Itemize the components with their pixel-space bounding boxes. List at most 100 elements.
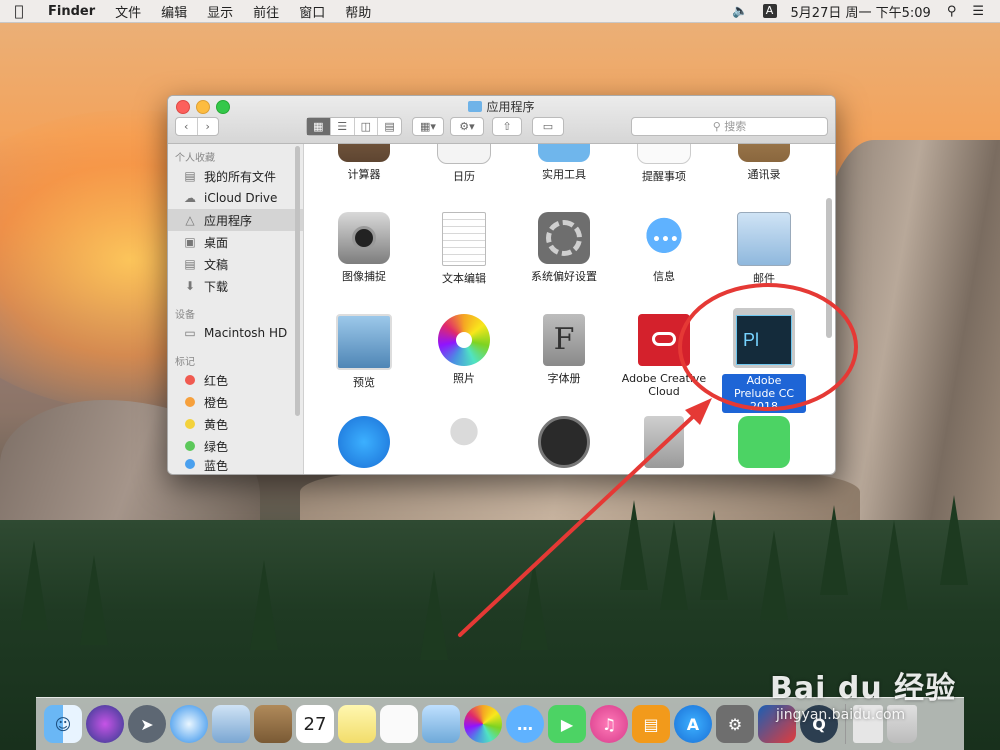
sidebar-tag-blue[interactable]: 蓝色	[168, 457, 303, 471]
finder-window: 应用程序 ‹ › ▦ ☰ ◫ ▤ ▦▾ ⚙▾ ⇧ ▭ ⚲ 搜索 个人收藏 ▤ 我的…	[167, 95, 836, 475]
finder-dock-icon[interactable]: ☺	[44, 705, 82, 743]
apple-menu-icon[interactable]: 	[0, 2, 38, 20]
app-item-facetime[interactable]	[714, 416, 814, 468]
app-label: 实用工具	[542, 168, 586, 181]
sidebar-item-applications[interactable]: △ 应用程序	[168, 209, 303, 231]
creative-cloud-folder-icon	[638, 314, 690, 366]
menu-finder[interactable]: Finder	[38, 4, 105, 19]
contacts-dock-icon[interactable]	[254, 705, 292, 743]
app-store-dock-icon[interactable]: A	[674, 705, 712, 743]
reminders-dock-icon[interactable]	[380, 705, 418, 743]
menu-go[interactable]: 前往	[243, 2, 289, 21]
app-item-image-capture[interactable]: 图像捕捉	[314, 212, 414, 283]
app-item-font-book[interactable]: F 字体册	[514, 314, 614, 385]
sidebar-tag-yellow[interactable]: 黄色	[168, 413, 303, 435]
siri-dock-icon[interactable]	[86, 705, 124, 743]
sidebar-heading-favorites: 个人收藏	[175, 153, 215, 164]
forward-button[interactable]: ›	[198, 118, 219, 135]
edit-tags-button[interactable]: ▭	[532, 117, 564, 136]
menu-view[interactable]: 显示	[197, 2, 243, 21]
app-item-adobe-prelude[interactable]: Pl Adobe Prelude CC 2018	[714, 308, 814, 413]
app-item-photos[interactable]: 照片	[414, 314, 514, 385]
app-item-utilities[interactable]: 实用工具	[514, 144, 614, 181]
clock[interactable]: 5月27日 周一 下午5:09	[783, 2, 939, 21]
app-item-calculator[interactable]: 计算器	[314, 144, 414, 181]
tree	[420, 570, 448, 660]
watermark-url: jingyan.baidu.com	[776, 707, 906, 723]
menu-help[interactable]: 帮助	[335, 2, 381, 21]
sidebar-item-downloads[interactable]: ⬇ 下载	[168, 275, 303, 297]
photo-booth-dock-icon[interactable]	[422, 705, 460, 743]
baidu-watermark: Bai du 经验 jingyan.baidu.com	[770, 663, 956, 723]
messages-dock-icon[interactable]: …	[506, 705, 544, 743]
menu-edit[interactable]: 编辑	[151, 2, 197, 21]
app-item-reminders[interactable]: 提醒事项	[614, 144, 714, 183]
menu-bar:  Finder 文件 编辑 显示 前往 窗口 帮助 🔈 A 5月27日 周一 …	[0, 0, 1000, 23]
app-label: 图像捕捉	[342, 270, 386, 283]
menu-file[interactable]: 文件	[105, 2, 151, 21]
tree	[880, 520, 908, 610]
sidebar-item-all-files[interactable]: ▤ 我的所有文件	[168, 165, 303, 187]
tree	[940, 495, 968, 585]
volume-icon[interactable]: 🔈	[724, 4, 756, 19]
app-item-adobe-creative-cloud[interactable]: Adobe Creative Cloud	[614, 314, 714, 398]
notification-center-icon[interactable]: ☰	[964, 4, 992, 19]
facetime-dock-icon[interactable]: ▶	[548, 705, 586, 743]
app-item-automator[interactable]	[414, 416, 514, 468]
sidebar-item-icloud[interactable]: ☁ iCloud Drive	[168, 187, 303, 209]
sidebar-scrollbar[interactable]	[295, 146, 300, 416]
notes-dock-icon[interactable]	[338, 705, 376, 743]
app-item-textedit[interactable]: 文本编辑	[414, 212, 514, 285]
app-item-dashboard[interactable]	[514, 416, 614, 468]
app-item-calendar[interactable]: 日历	[414, 144, 514, 183]
ibooks-dock-icon[interactable]: ▤	[632, 705, 670, 743]
app-label: 信息	[653, 270, 675, 283]
sidebar-tag-orange[interactable]: 橙色	[168, 391, 303, 413]
nav-buttons: ‹ ›	[175, 117, 219, 136]
dvd-player-icon	[644, 416, 684, 468]
app-store-icon	[338, 416, 390, 468]
safari-dock-icon[interactable]	[170, 705, 208, 743]
calculator-icon	[338, 144, 390, 162]
app-label: 文本编辑	[442, 272, 486, 285]
sidebar-item-documents[interactable]: ▤ 文稿	[168, 253, 303, 275]
back-button[interactable]: ‹	[176, 118, 198, 135]
sidebar-item-macintosh-hd[interactable]: ▭ Macintosh HD	[168, 322, 303, 344]
action-gear-button[interactable]: ⚙▾	[450, 117, 484, 136]
content-scrollbar[interactable]	[826, 198, 832, 338]
mail-dock-icon[interactable]	[212, 705, 250, 743]
search-field[interactable]: ⚲ 搜索	[631, 117, 828, 136]
column-view-button[interactable]: ◫	[355, 118, 379, 135]
list-view-button[interactable]: ☰	[331, 118, 355, 135]
tag-dot	[185, 375, 195, 385]
input-source-indicator[interactable]: A	[762, 4, 777, 18]
preview-icon	[336, 314, 392, 370]
menu-window[interactable]: 窗口	[289, 2, 335, 21]
app-item-preview[interactable]: 预览	[314, 314, 414, 389]
sidebar-item-desktop[interactable]: ▣ 桌面	[168, 231, 303, 253]
sidebar-tag-green[interactable]: 绿色	[168, 435, 303, 457]
spotlight-search-icon[interactable]: ⚲	[939, 4, 965, 19]
sidebar-heading-devices: 设备	[175, 310, 195, 321]
system-preferences-dock-icon[interactable]: ⚙	[716, 705, 754, 743]
app-item-contacts[interactable]: 通讯录	[714, 144, 814, 181]
itunes-dock-icon[interactable]: ♫	[590, 705, 628, 743]
app-item-app-store[interactable]	[314, 416, 414, 468]
sidebar-tag-red[interactable]: 红色	[168, 369, 303, 391]
app-item-system-preferences[interactable]: 系统偏好设置	[514, 212, 614, 283]
font-book-icon: F	[543, 314, 585, 366]
launchpad-dock-icon[interactable]: ➤	[128, 705, 166, 743]
app-item-messages[interactable]: ••• 信息	[614, 212, 714, 283]
tree	[660, 520, 688, 610]
calendar-dock-icon[interactable]: 27	[296, 705, 334, 743]
app-item-dvd-player[interactable]	[614, 416, 714, 468]
cover-flow-button[interactable]: ▤	[378, 118, 401, 135]
photos-dock-icon[interactable]	[464, 705, 502, 743]
share-button[interactable]: ⇧	[492, 117, 522, 136]
arrange-button[interactable]: ▦▾	[412, 117, 444, 136]
icon-view-button[interactable]: ▦	[307, 118, 331, 135]
app-label: Adobe Creative Cloud	[621, 372, 707, 398]
app-label: 照片	[453, 372, 475, 385]
desktop-icon: ▣	[184, 235, 196, 249]
app-item-mail[interactable]: 邮件	[714, 212, 814, 285]
